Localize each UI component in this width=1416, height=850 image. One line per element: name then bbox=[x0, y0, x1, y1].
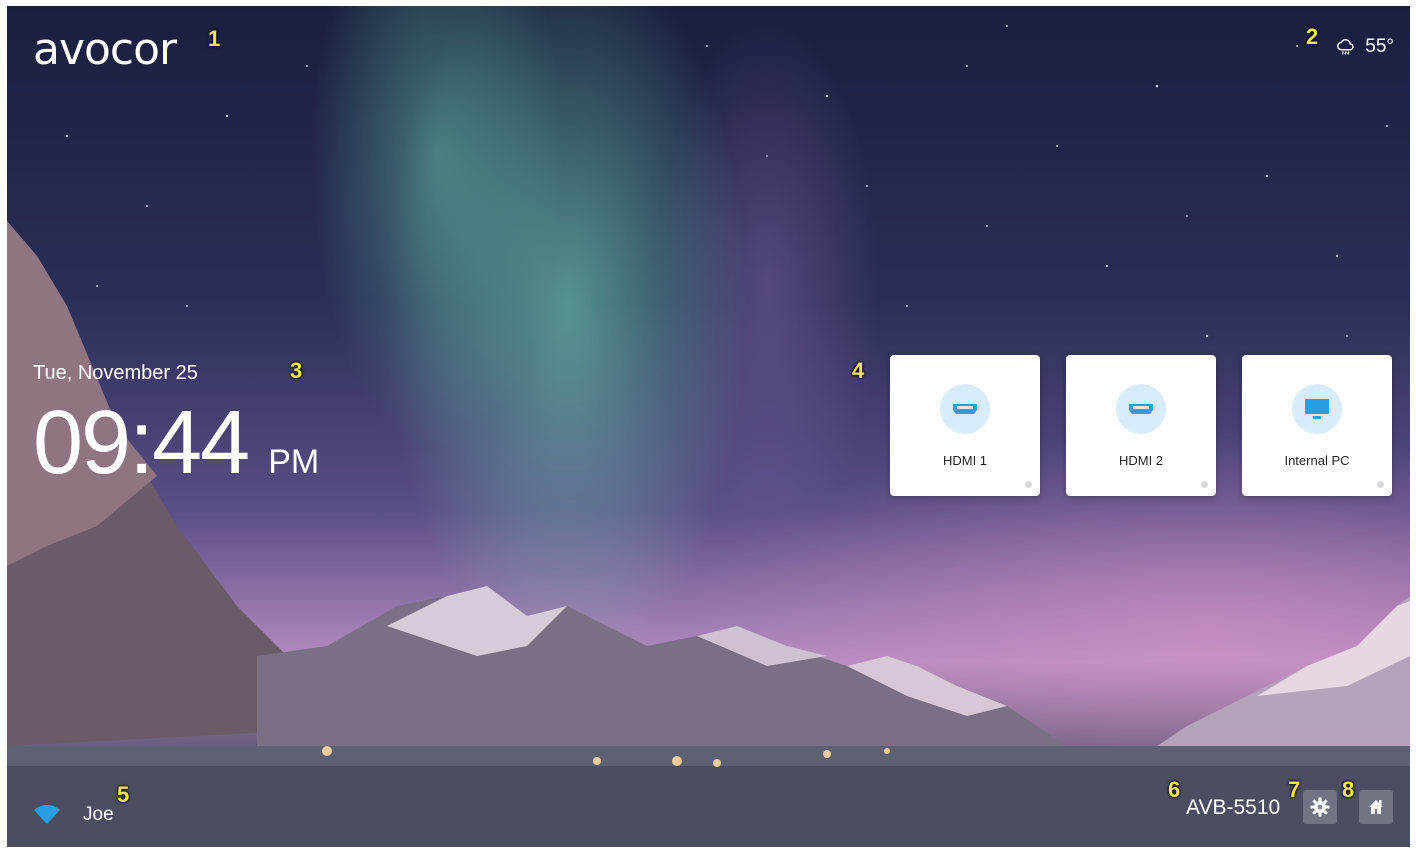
callout-6: 6 bbox=[1168, 777, 1181, 802]
callout-1: 1 bbox=[208, 26, 221, 51]
home-icon bbox=[1369, 800, 1383, 814]
avocor-logo: avocor bbox=[33, 24, 177, 75]
monitor-icon bbox=[1292, 384, 1342, 434]
source-card-hdmi-1[interactable]: HDMI 1 bbox=[890, 355, 1040, 496]
temperature: 55° bbox=[1365, 36, 1394, 57]
device-name: AVB-5510 bbox=[1186, 796, 1281, 819]
hdmi-icon bbox=[1116, 384, 1166, 434]
network-name: Joe bbox=[83, 804, 114, 825]
current-date: Tue, November 25 bbox=[33, 362, 198, 384]
status-dot bbox=[1377, 481, 1384, 488]
callout-8: 8 bbox=[1342, 777, 1355, 802]
callout-5: 5 bbox=[117, 782, 130, 807]
network-status[interactable]: Joe bbox=[33, 804, 114, 826]
hdmi-icon bbox=[940, 384, 990, 434]
source-label: Internal PC bbox=[1284, 453, 1350, 468]
callout-7: 7 bbox=[1288, 777, 1301, 802]
status-dot bbox=[1201, 481, 1208, 488]
callout-2: 2 bbox=[1306, 24, 1319, 49]
status-dot bbox=[1025, 481, 1032, 488]
source-card-internal-pc[interactable]: Internal PC bbox=[1242, 355, 1392, 496]
source-card-hdmi-2[interactable]: HDMI 2 bbox=[1066, 355, 1216, 496]
home-button[interactable] bbox=[1359, 790, 1393, 824]
rain-cloud-icon bbox=[1337, 39, 1354, 55]
home-screen: avocor 55° Tue, November 25 09:44 PM HDM… bbox=[7, 6, 1410, 847]
clock-time: 09:44 bbox=[33, 393, 250, 493]
weather-widget[interactable]: 55° bbox=[1335, 36, 1394, 58]
callout-3: 3 bbox=[290, 358, 303, 383]
callout-4: 4 bbox=[852, 358, 865, 383]
wifi-icon bbox=[34, 805, 60, 824]
clock: 09:44 PM bbox=[33, 398, 319, 488]
source-label: HDMI 2 bbox=[1118, 453, 1164, 468]
settings-button[interactable] bbox=[1303, 790, 1337, 824]
source-label: HDMI 1 bbox=[942, 453, 988, 468]
gear-icon bbox=[1310, 797, 1330, 817]
clock-ampm: PM bbox=[268, 443, 320, 481]
input-sources: HDMI 1 HDMI 2 Internal PC bbox=[890, 355, 1392, 496]
